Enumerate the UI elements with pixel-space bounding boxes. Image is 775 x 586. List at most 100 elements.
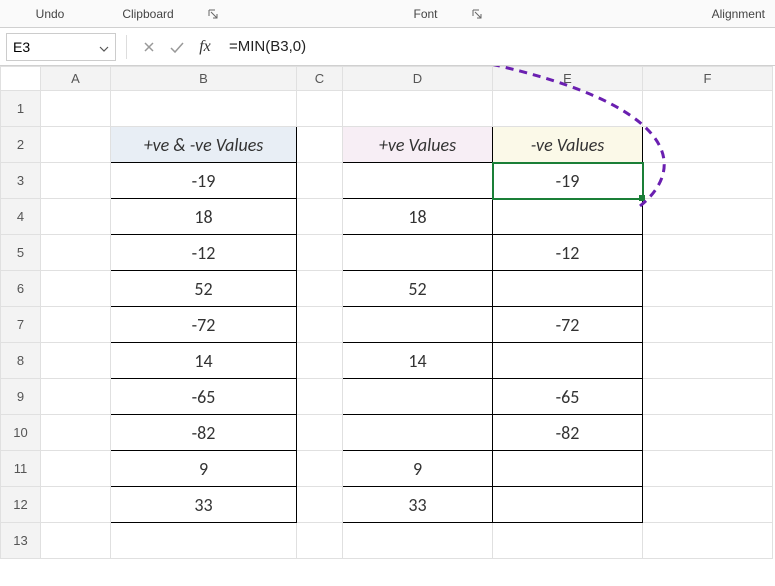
- cell[interactable]: [41, 523, 111, 559]
- cell[interactable]: [643, 127, 773, 163]
- cell[interactable]: [643, 451, 773, 487]
- cell[interactable]: [643, 343, 773, 379]
- cell[interactable]: 14: [111, 343, 297, 379]
- cell[interactable]: [41, 343, 111, 379]
- cell[interactable]: [643, 307, 773, 343]
- cell[interactable]: [297, 199, 343, 235]
- cell[interactable]: [41, 235, 111, 271]
- row-header[interactable]: 10: [1, 415, 41, 451]
- cell[interactable]: [493, 271, 643, 307]
- cancel-formula-button[interactable]: [137, 35, 161, 59]
- ribbon-group-undo[interactable]: Undo: [0, 7, 100, 21]
- enter-formula-button[interactable]: [165, 35, 189, 59]
- cell[interactable]: [643, 163, 773, 199]
- cell-header-E[interactable]: -ve Values: [493, 127, 643, 163]
- cell-header-B[interactable]: +ve & -ve Values: [111, 127, 297, 163]
- cell[interactable]: [297, 343, 343, 379]
- cell[interactable]: [343, 523, 493, 559]
- cell[interactable]: [343, 307, 493, 343]
- row-header[interactable]: 12: [1, 487, 41, 523]
- cell[interactable]: [493, 523, 643, 559]
- cell[interactable]: [643, 379, 773, 415]
- cell[interactable]: [297, 487, 343, 523]
- cell[interactable]: [343, 379, 493, 415]
- cell[interactable]: [41, 379, 111, 415]
- worksheet[interactable]: A B C D E F 1 2 +ve & -ve Values +ve Val…: [0, 66, 775, 559]
- cell[interactable]: 52: [343, 271, 493, 307]
- row-header[interactable]: 9: [1, 379, 41, 415]
- cell[interactable]: [41, 163, 111, 199]
- ribbon-group-clipboard[interactable]: Clipboard: [100, 7, 240, 21]
- row-header[interactable]: 13: [1, 523, 41, 559]
- cell[interactable]: [493, 451, 643, 487]
- cell[interactable]: 18: [111, 199, 297, 235]
- cell[interactable]: 9: [111, 451, 297, 487]
- cell[interactable]: [643, 487, 773, 523]
- col-header-D[interactable]: D: [343, 67, 493, 91]
- cell[interactable]: -72: [111, 307, 297, 343]
- cell[interactable]: [643, 415, 773, 451]
- cell[interactable]: [643, 199, 773, 235]
- dialog-launcher-icon[interactable]: [472, 9, 482, 19]
- name-box[interactable]: E3: [6, 33, 116, 61]
- cell[interactable]: [41, 271, 111, 307]
- cell[interactable]: [297, 523, 343, 559]
- cell[interactable]: [297, 415, 343, 451]
- cell[interactable]: [41, 307, 111, 343]
- cell[interactable]: -12: [493, 235, 643, 271]
- formula-input[interactable]: [221, 33, 769, 61]
- ribbon-group-alignment[interactable]: Alignment: [655, 7, 775, 21]
- cell[interactable]: [297, 91, 343, 127]
- chevron-down-icon[interactable]: [99, 39, 109, 55]
- cell[interactable]: [343, 91, 493, 127]
- cell[interactable]: -19: [111, 163, 297, 199]
- cell[interactable]: [297, 271, 343, 307]
- cell[interactable]: 18: [343, 199, 493, 235]
- row-header[interactable]: 11: [1, 451, 41, 487]
- cell[interactable]: [297, 235, 343, 271]
- row-header[interactable]: 5: [1, 235, 41, 271]
- row-header[interactable]: 3: [1, 163, 41, 199]
- cell[interactable]: [297, 451, 343, 487]
- cell[interactable]: 33: [343, 487, 493, 523]
- cell[interactable]: 52: [111, 271, 297, 307]
- cell[interactable]: [643, 271, 773, 307]
- cell[interactable]: -12: [111, 235, 297, 271]
- cell-header-D[interactable]: +ve Values: [343, 127, 493, 163]
- cell[interactable]: -82: [493, 415, 643, 451]
- cell[interactable]: [297, 163, 343, 199]
- row-header[interactable]: 7: [1, 307, 41, 343]
- col-header-B[interactable]: B: [111, 67, 297, 91]
- col-header-A[interactable]: A: [41, 67, 111, 91]
- cell[interactable]: [41, 127, 111, 163]
- cell-active[interactable]: -19: [493, 163, 643, 199]
- row-header[interactable]: 2: [1, 127, 41, 163]
- cell[interactable]: [493, 91, 643, 127]
- cell[interactable]: [643, 91, 773, 127]
- row-header[interactable]: 4: [1, 199, 41, 235]
- ribbon-group-font[interactable]: Font: [240, 7, 655, 21]
- cell[interactable]: -65: [111, 379, 297, 415]
- cell[interactable]: -65: [493, 379, 643, 415]
- cell[interactable]: [111, 91, 297, 127]
- cell[interactable]: [297, 379, 343, 415]
- cell[interactable]: [41, 415, 111, 451]
- cell[interactable]: 33: [111, 487, 297, 523]
- cell[interactable]: [343, 235, 493, 271]
- select-all-corner[interactable]: [1, 67, 41, 91]
- col-header-F[interactable]: F: [643, 67, 773, 91]
- cell[interactable]: -82: [111, 415, 297, 451]
- insert-function-button[interactable]: fx: [193, 35, 217, 59]
- row-header[interactable]: 1: [1, 91, 41, 127]
- col-header-E[interactable]: E: [493, 67, 643, 91]
- cell[interactable]: [643, 235, 773, 271]
- row-header[interactable]: 6: [1, 271, 41, 307]
- cell[interactable]: [343, 163, 493, 199]
- cell[interactable]: -72: [493, 307, 643, 343]
- cell[interactable]: [41, 199, 111, 235]
- cell[interactable]: [493, 487, 643, 523]
- cell[interactable]: 9: [343, 451, 493, 487]
- cell[interactable]: [41, 91, 111, 127]
- col-header-C[interactable]: C: [297, 67, 343, 91]
- cell[interactable]: [297, 127, 343, 163]
